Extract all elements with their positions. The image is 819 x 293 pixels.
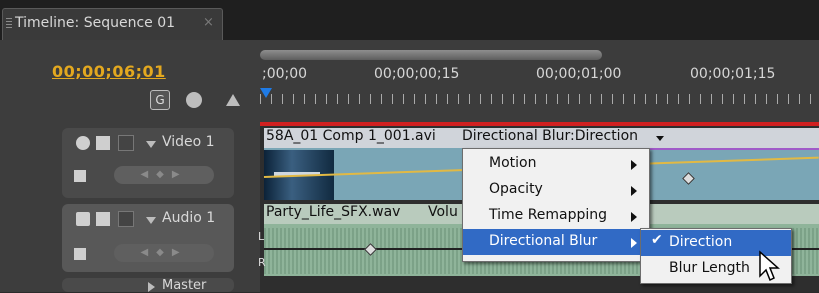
chevron-down-icon[interactable] (656, 136, 664, 141)
time-ruler[interactable]: ;00;00 00;00;00;15 00;00;01;00 00;00;01;… (260, 40, 819, 126)
submenu-arrow-icon (631, 238, 637, 248)
expand-triangle-icon[interactable] (146, 217, 156, 224)
submenu-item-label: Blur Length (669, 260, 750, 276)
lock-icon[interactable] (118, 211, 134, 227)
ruler-label: 00;00;01;00 (536, 66, 622, 82)
set-marker-icon[interactable] (186, 92, 202, 108)
submenu-item-label: Direction (669, 234, 733, 250)
display-style-icon[interactable] (74, 170, 86, 182)
audio-clip-name: Party_Life_SFX.wav (266, 204, 401, 220)
ruler-label: 00;00;00;15 (374, 66, 460, 82)
ruler-tickmarks (260, 94, 819, 104)
menu-item-motion[interactable]: Motion (463, 151, 649, 177)
zoom-scroll-bar[interactable] (260, 50, 602, 60)
submenu-arrow-icon (631, 160, 637, 170)
menu-item-opacity[interactable]: Opacity (463, 177, 649, 203)
master-track-panel: Master (62, 278, 234, 293)
speaker-icon[interactable] (76, 212, 90, 226)
set-encore-marker-icon[interactable] (226, 94, 240, 106)
video-track-name: Video 1 (162, 134, 215, 150)
menu-item-label: Motion (489, 155, 537, 171)
ruler-label: 00;00;01;15 (690, 66, 776, 82)
audio-track-header: Audio 1 ◀◆▶ (0, 202, 260, 276)
timeline-tab[interactable]: Timeline: Sequence 01 × (2, 8, 223, 41)
film-icon[interactable] (96, 212, 110, 226)
opacity-line (644, 148, 819, 150)
keyframe-icon[interactable] (682, 172, 695, 185)
playhead-icon[interactable] (260, 88, 272, 98)
video-clip-header: 58A_01 Comp 1_001.avi Directional Blur:D… (264, 128, 819, 148)
expand-triangle-icon[interactable] (146, 141, 156, 148)
menu-item-time-remapping[interactable]: Time Remapping (463, 203, 649, 229)
keyframe-navigator[interactable]: ◀◆▶ (114, 166, 214, 184)
video-track-panel: Video 1 ◀◆▶ (62, 128, 234, 198)
expand-triangle-icon[interactable] (148, 282, 155, 292)
lock-icon[interactable] (118, 135, 134, 151)
mouse-cursor-icon (759, 250, 780, 282)
current-timecode[interactable]: 00;00;06;01 (52, 62, 166, 81)
menu-item-directional-blur[interactable]: Directional Blur (463, 229, 649, 255)
film-icon[interactable] (96, 136, 110, 150)
display-style-icon[interactable] (74, 248, 86, 260)
keyframe-navigator[interactable]: ◀◆▶ (114, 244, 214, 262)
submenu-arrow-icon (631, 186, 637, 196)
menu-item-label: Time Remapping (489, 207, 608, 223)
keyframe-property-menu: Motion Opacity Time Remapping Directiona… (462, 148, 650, 262)
master-track-header: Master (0, 276, 260, 293)
grip-icon[interactable] (6, 18, 12, 30)
audio-track-panel: Audio 1 ◀◆▶ (62, 204, 234, 272)
effect-property-selector[interactable]: Directional Blur:Direction (462, 128, 638, 144)
close-icon[interactable]: × (203, 15, 214, 30)
checkmark-icon: ✔ (651, 232, 663, 248)
master-track-name: Master (162, 278, 207, 293)
audio-effect-selector[interactable]: Volu (428, 204, 458, 220)
menu-item-label: Opacity (489, 181, 543, 197)
submenu-arrow-icon (631, 212, 637, 222)
video-track-header: Video 1 ◀◆▶ (0, 126, 260, 202)
tab-title: Timeline: Sequence 01 (15, 15, 176, 31)
video-clip-name: 58A_01 Comp 1_001.avi (266, 128, 436, 144)
channel-left-label: L (258, 230, 265, 243)
panel-tab-bar: Timeline: Sequence 01 × (0, 0, 819, 41)
audio-track-name: Audio 1 (162, 210, 216, 226)
channel-right-label: R (258, 256, 266, 269)
ruler-label: ;00;00 (262, 66, 308, 82)
snap-icon[interactable]: G (150, 90, 170, 110)
timeline-panel: Timeline: Sequence 01 × 00;00;06;01 G ;0… (0, 0, 819, 293)
menu-item-label: Directional Blur (489, 233, 598, 249)
eye-icon[interactable] (76, 136, 90, 150)
